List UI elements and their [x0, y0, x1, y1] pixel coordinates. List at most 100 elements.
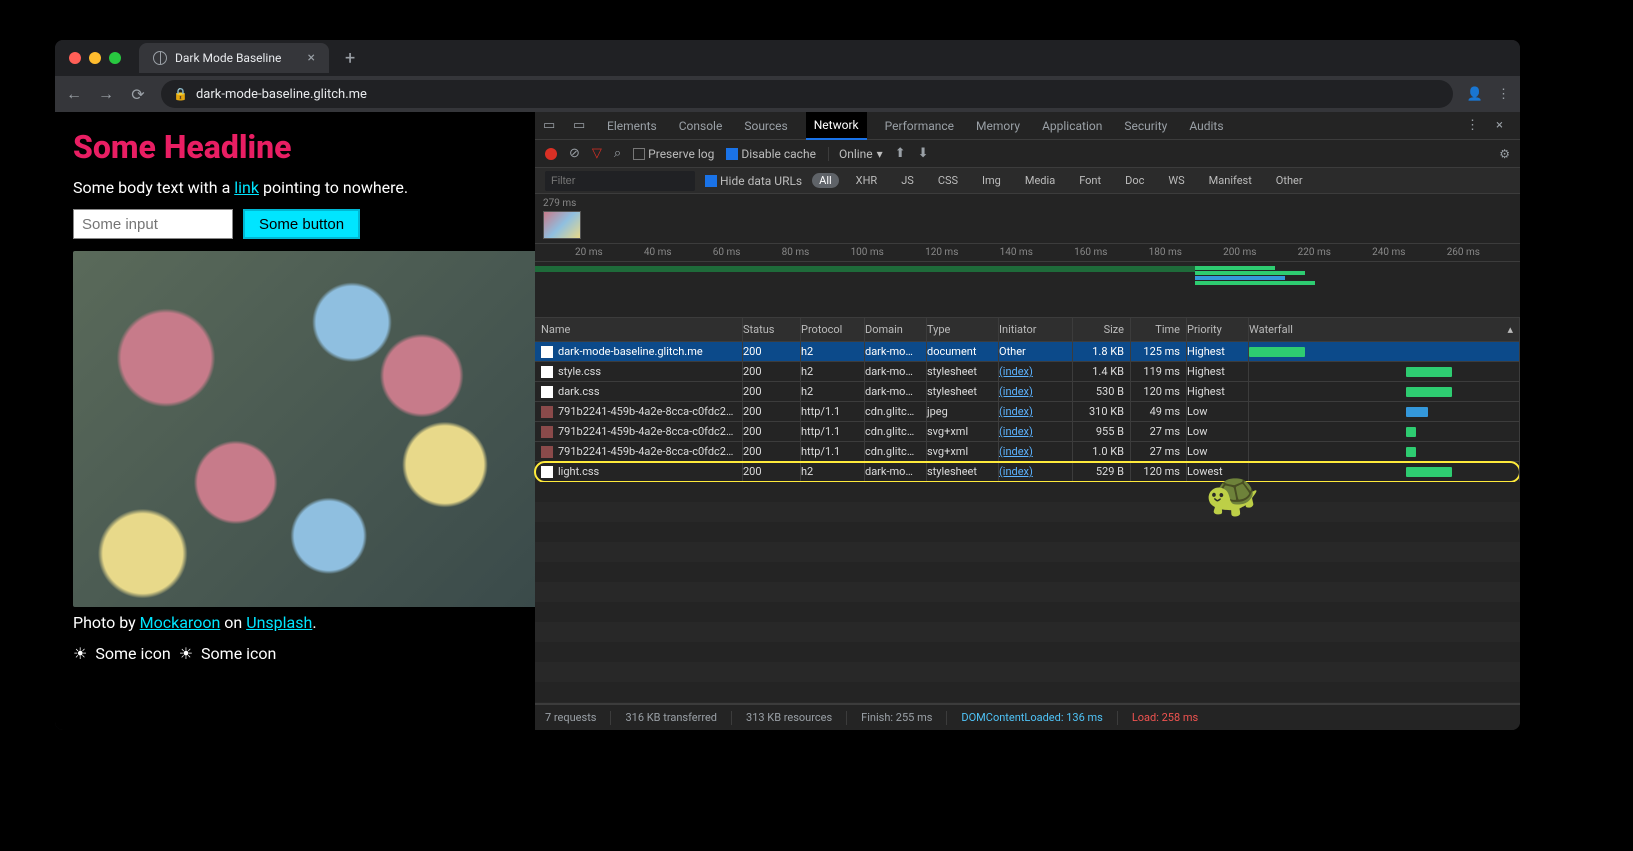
close-devtools-icon[interactable]: ×	[1496, 118, 1512, 133]
demo-button[interactable]: Some button	[243, 209, 360, 239]
settings-icon[interactable]: ⚙	[1499, 147, 1510, 161]
filter-type-media[interactable]: Media	[1018, 173, 1062, 188]
new-tab-button[interactable]: +	[337, 48, 363, 69]
table-row[interactable]: style.css200h2dark-mo…stylesheet(index)1…	[535, 362, 1520, 382]
overview-thumbnail	[543, 211, 581, 239]
globe-icon	[153, 51, 167, 65]
filter-type-other[interactable]: Other	[1269, 173, 1310, 188]
devtools-tab-sources[interactable]: Sources	[740, 113, 791, 139]
hide-data-urls-checkbox[interactable]: Hide data URLs	[705, 174, 802, 188]
col-initiator[interactable]: Initiator	[999, 318, 1073, 341]
download-icon[interactable]: ⬇	[918, 146, 929, 161]
table-row[interactable]: 791b2241-459b-4a2e-8cca-c0fdc2…200http/1…	[535, 422, 1520, 442]
minimize-window-button[interactable]	[89, 52, 101, 64]
device-toggle-icon[interactable]: ▭	[573, 118, 589, 133]
devtools-tab-audits[interactable]: Audits	[1185, 113, 1227, 139]
col-priority[interactable]: Priority	[1187, 318, 1249, 341]
overview-time: 279 ms	[543, 198, 1512, 209]
ruler-tick: 40 ms	[644, 247, 672, 258]
col-name[interactable]: Name	[535, 318, 743, 341]
filter-type-ws[interactable]: WS	[1161, 173, 1191, 188]
table-header[interactable]: Name Status Protocol Domain Type Initiat…	[535, 318, 1520, 342]
network-overview[interactable]: 279 ms	[535, 194, 1520, 244]
ruler-tick: 180 ms	[1149, 247, 1182, 258]
filter-type-manifest[interactable]: Manifest	[1202, 173, 1259, 188]
table-row[interactable]: 791b2241-459b-4a2e-8cca-c0fdc2…200http/1…	[535, 402, 1520, 422]
network-table: Name Status Protocol Domain Type Initiat…	[535, 318, 1520, 704]
reload-button[interactable]: ⟳	[129, 85, 147, 104]
ruler-tick: 260 ms	[1447, 247, 1480, 258]
back-button[interactable]: ←	[65, 84, 83, 104]
table-row[interactable]: dark.css200h2dark-mo…stylesheet(index)53…	[535, 382, 1520, 402]
more-icon[interactable]: ⋮	[1466, 118, 1482, 133]
col-domain[interactable]: Domain	[865, 318, 927, 341]
devtools-tab-performance[interactable]: Performance	[881, 113, 958, 139]
window-controls	[69, 52, 121, 64]
timeline-ruler: 20 ms40 ms60 ms80 ms100 ms120 ms140 ms16…	[535, 244, 1520, 262]
devtools-tab-application[interactable]: Application	[1038, 113, 1106, 139]
status-finish: Finish: 255 ms	[861, 711, 932, 724]
browser-tab[interactable]: Dark Mode Baseline ×	[139, 43, 329, 73]
forward-button[interactable]: →	[97, 84, 115, 104]
table-row[interactable]: dark-mode-baseline.glitch.me200h2dark-mo…	[535, 342, 1520, 362]
browser-window: Dark Mode Baseline × + ← → ⟳ 🔒 dark-mode…	[55, 40, 1520, 730]
network-status-bar: 7 requests 316 KB transferred 313 KB res…	[535, 704, 1520, 730]
file-icon	[541, 446, 553, 458]
address-bar[interactable]: 🔒 dark-mode-baseline.glitch.me	[161, 80, 1453, 108]
turtle-emoji: 🐢	[1205, 468, 1260, 520]
close-window-button[interactable]	[69, 52, 81, 64]
ruler-tick: 80 ms	[782, 247, 810, 258]
filter-input[interactable]	[545, 171, 695, 191]
close-tab-icon[interactable]: ×	[308, 50, 315, 66]
maximize-window-button[interactable]	[109, 52, 121, 64]
devtools-tabs: ▭ ▭ Elements Console Sources Network Perform…	[535, 112, 1520, 140]
ruler-tick: 140 ms	[1000, 247, 1033, 258]
ruler-tick: 20 ms	[575, 247, 603, 258]
inspect-icon[interactable]: ▭	[543, 118, 559, 133]
file-icon	[541, 466, 553, 478]
devtools-tab-network[interactable]: Network	[806, 112, 867, 140]
col-type[interactable]: Type	[927, 318, 999, 341]
disable-cache-checkbox[interactable]: Disable cache	[726, 147, 816, 161]
filter-type-font[interactable]: Font	[1072, 173, 1108, 188]
record-button[interactable]	[545, 148, 557, 160]
filter-type-css[interactable]: CSS	[931, 173, 965, 188]
caption-link-author[interactable]: Mockaroon	[140, 613, 221, 632]
demo-input[interactable]	[73, 209, 233, 239]
file-icon	[541, 346, 553, 358]
filter-type-all[interactable]: All	[812, 173, 839, 188]
col-status[interactable]: Status	[743, 318, 801, 341]
devtools-tab-memory[interactable]: Memory	[972, 113, 1024, 139]
table-empty-area	[535, 482, 1520, 704]
file-icon	[541, 366, 553, 378]
waterfall-overview[interactable]	[535, 262, 1520, 318]
upload-icon[interactable]: ⬆	[895, 146, 906, 161]
col-waterfall[interactable]: Waterfall▴	[1249, 318, 1520, 341]
body-link[interactable]: link	[234, 178, 259, 197]
url-text: dark-mode-baseline.glitch.me	[196, 87, 367, 102]
table-row[interactable]: light.css200h2dark-mo…stylesheet(index)5…	[535, 462, 1520, 482]
demo-image	[73, 251, 535, 607]
devtools-tab-elements[interactable]: Elements	[603, 113, 661, 139]
menu-icon[interactable]: ⋮	[1497, 87, 1510, 102]
filter-type-xhr[interactable]: XHR	[849, 173, 885, 188]
filter-type-img[interactable]: Img	[975, 173, 1008, 188]
table-row[interactable]: 791b2241-459b-4a2e-8cca-c0fdc2…200http/1…	[535, 442, 1520, 462]
filter-type-doc[interactable]: Doc	[1118, 173, 1151, 188]
network-toolbar: ⊘ ▽ ⌕ Preserve log Disable cache Online …	[535, 140, 1520, 168]
col-size[interactable]: Size	[1073, 318, 1131, 341]
col-protocol[interactable]: Protocol	[801, 318, 865, 341]
col-time[interactable]: Time	[1131, 318, 1187, 341]
preserve-log-checkbox[interactable]: Preserve log	[633, 147, 714, 161]
search-icon[interactable]: ⌕	[614, 146, 621, 161]
filter-icon[interactable]: ▽	[592, 146, 602, 161]
devtools-tab-security[interactable]: Security	[1120, 113, 1171, 139]
profile-icon[interactable]: 👤	[1467, 87, 1483, 102]
devtools-tab-console[interactable]: Console	[675, 113, 727, 139]
filter-type-js[interactable]: JS	[894, 173, 921, 188]
devtools-panel: ▭ ▭ Elements Console Sources Network Perform…	[535, 112, 1520, 730]
caption-link-site[interactable]: Unsplash	[246, 613, 312, 632]
icon-label-1: Some icon	[95, 644, 170, 663]
throttling-select[interactable]: Online ▾	[828, 147, 883, 161]
clear-button[interactable]: ⊘	[569, 146, 580, 161]
